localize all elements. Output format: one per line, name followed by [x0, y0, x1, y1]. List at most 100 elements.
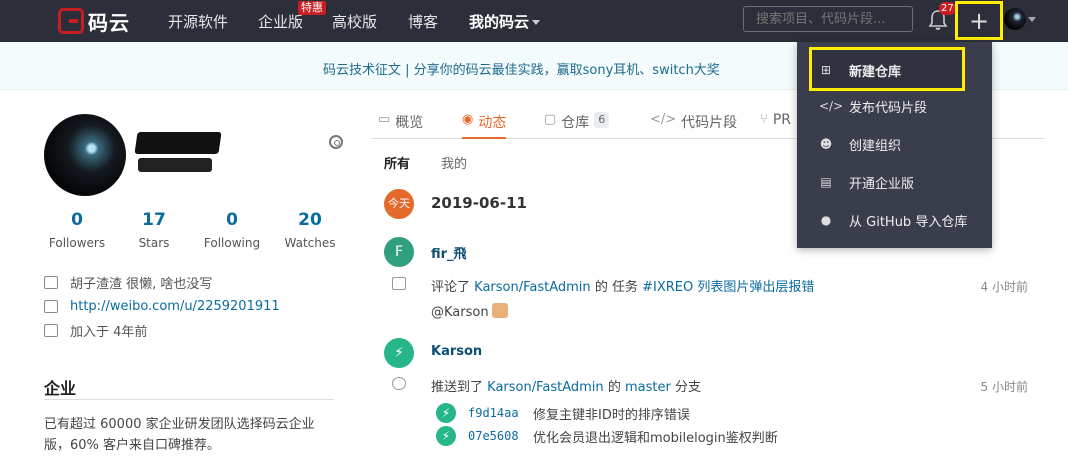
- feed-event-issue-link[interactable]: #IXREO 列表图片弹出层报错: [642, 280, 814, 295]
- stat-watches-count: 20: [298, 210, 322, 230]
- feed-user-avatar[interactable]: ⚡: [384, 338, 414, 368]
- feed-event-mid: 的 任务: [594, 280, 638, 295]
- feed-event-time: 5 小时前: [980, 380, 1028, 394]
- tab-overview-label: 概览: [395, 115, 424, 131]
- commit-message: 优化会员退出逻辑和mobilelogin鉴权判断: [533, 431, 778, 446]
- users-icon: ☻: [819, 137, 833, 151]
- redacted-username: [134, 132, 222, 154]
- logo-text: 码云: [88, 10, 130, 35]
- feed-user-avatar[interactable]: F: [384, 237, 414, 267]
- profile-bio: 胡子渣渣 很懒, 啥也没写: [44, 273, 213, 292]
- feed-user-name[interactable]: Karson: [431, 344, 482, 359]
- plus-icon: +: [969, 7, 990, 35]
- feed-date: 2019-06-11: [431, 194, 527, 212]
- notification-count-badge: 27: [939, 2, 956, 15]
- gitee-logo-icon: [58, 8, 84, 34]
- dd-item-new-snippet[interactable]: </> 发布代码片段: [797, 87, 992, 125]
- nav-link-blog[interactable]: 博客: [408, 11, 438, 32]
- feed-event-repo-link[interactable]: Karson/FastAdmin: [474, 280, 591, 295]
- lightning-icon: ⚡: [436, 403, 456, 423]
- feed-event-text: 推送到了 Karson/FastAdmin 的 master 分支: [431, 376, 701, 395]
- id-card-icon: [44, 275, 58, 289]
- feed-event-text: 评论了 Karson/FastAdmin 的 任务 #IXREO 列表图片弹出层…: [431, 276, 814, 295]
- profile-website-link[interactable]: http://weibo.com/u/2259201911: [70, 299, 280, 314]
- gear-icon[interactable]: [329, 135, 343, 149]
- push-arrow-icon: [392, 377, 406, 390]
- tab-snippets-label: 代码片段: [681, 115, 738, 131]
- feed-user-name[interactable]: fir_飛: [431, 243, 467, 262]
- dd-item-label: 新建仓库: [849, 64, 902, 80]
- dd-item-label: 创建组织: [849, 138, 902, 154]
- tab-snippets[interactable]: </> 代码片段: [650, 112, 737, 139]
- building-icon: ▤: [820, 175, 832, 189]
- tab-overview[interactable]: ▭ 概览: [378, 112, 423, 139]
- feed-event-action: 评论了: [431, 280, 471, 295]
- promo-banner-link[interactable]: 码云技术征文 | 分享你的码云最佳实践，赢取sony耳机、switch大奖: [323, 59, 720, 78]
- user-avatar-menu[interactable]: [1004, 8, 1026, 30]
- feed-event-branch-link[interactable]: master: [625, 380, 671, 395]
- feed-comment-text: @Karson: [431, 305, 489, 320]
- repo-count-badge: 6: [594, 112, 610, 128]
- comment-icon: [392, 277, 406, 290]
- stat-following-count: 0: [226, 210, 238, 230]
- dd-item-enterprise[interactable]: ▤ 开通企业版: [797, 163, 992, 201]
- nav-link-enterprise[interactable]: 企业版: [258, 11, 303, 32]
- commit-sha-link[interactable]: f9d14aa: [468, 406, 519, 420]
- stat-watches-label: Watches: [284, 236, 336, 250]
- nav-link-my-gitee[interactable]: 我的码云: [469, 11, 541, 32]
- stat-following-label: Following: [203, 236, 261, 250]
- pull-request-icon: ⑂: [760, 112, 768, 127]
- feed-event-action: 推送到了: [431, 380, 484, 395]
- create-plus-button[interactable]: +: [955, 1, 1003, 40]
- enterprise-section-body: 已有超过 60000 家企业研发团队选择码云企业版，60% 客户来自口碑推荐。: [44, 417, 315, 453]
- site-logo[interactable]: 码云: [58, 8, 130, 35]
- dd-item-new-org[interactable]: ☻ 创建组织: [797, 125, 992, 163]
- profile-joined: 加入于 4年前: [44, 321, 148, 340]
- lightning-icon: ⚡: [436, 426, 456, 446]
- calendar-icon: [44, 323, 58, 337]
- feed-event-suffix: 分支: [674, 380, 701, 395]
- enterprise-divider: [44, 399, 334, 400]
- stat-following[interactable]: 0 Following: [197, 210, 267, 250]
- subtab-mine[interactable]: 我的: [441, 153, 467, 172]
- dd-item-new-repo-highlighted[interactable]: ⊞ 新建仓库: [797, 51, 992, 89]
- code-icon: </>: [650, 112, 677, 127]
- feed-event-repo-link[interactable]: Karson/FastAdmin: [487, 380, 604, 395]
- today-badge: 今天: [384, 189, 414, 219]
- commit-sha-link[interactable]: 07e5608: [468, 429, 519, 443]
- github-icon: ●: [820, 213, 832, 227]
- plus-square-icon: ⊞: [820, 63, 832, 77]
- redacted-login: [138, 158, 212, 172]
- code-icon: </>: [819, 99, 844, 113]
- feed-event-mid: 的: [607, 380, 621, 395]
- tab-activity[interactable]: ◉ 动态: [462, 112, 507, 139]
- tab-repos-label: 仓库: [561, 115, 590, 131]
- activity-icon: ◉: [462, 112, 474, 127]
- profile-joined-text: 加入于 4年前: [70, 324, 148, 340]
- nav-link-university[interactable]: 高校版: [332, 11, 377, 32]
- tab-repos[interactable]: ▢ 仓库 6: [544, 112, 610, 139]
- overview-icon: ▭: [378, 112, 391, 127]
- repo-icon: ▢: [544, 112, 557, 127]
- profile-avatar: [44, 114, 126, 196]
- avatar-chevron-down-icon[interactable]: [1028, 17, 1036, 22]
- enterprise-section-title: 企业: [44, 379, 77, 398]
- stat-followers[interactable]: 0 Followers: [42, 210, 112, 250]
- stat-watches[interactable]: 20 Watches: [275, 210, 345, 250]
- tab-activity-label: 动态: [478, 115, 507, 131]
- thumbs-up-icon: [491, 303, 508, 318]
- nav-link-opensource[interactable]: 开源软件: [168, 11, 228, 32]
- stat-stars[interactable]: 17 Stars: [119, 210, 189, 250]
- tab-pr[interactable]: ⑂ PR: [760, 112, 791, 139]
- nav-link-my-gitee-label: 我的码云: [469, 13, 530, 31]
- document-icon: [44, 299, 58, 313]
- profile-website: http://weibo.com/u/2259201911: [44, 297, 280, 315]
- dd-item-github-import[interactable]: ● 从 GitHub 导入仓库: [797, 201, 992, 239]
- stat-followers-label: Followers: [48, 236, 106, 250]
- profile-bio-text: 胡子渣渣 很懒, 啥也没写: [70, 276, 213, 292]
- subtab-all[interactable]: 所有: [384, 153, 410, 172]
- stat-stars-count: 17: [142, 210, 166, 230]
- commit-message: 修复主键非ID时的排序错误: [533, 408, 690, 423]
- search-input[interactable]: [743, 6, 913, 32]
- special-badge: 特惠: [298, 1, 326, 15]
